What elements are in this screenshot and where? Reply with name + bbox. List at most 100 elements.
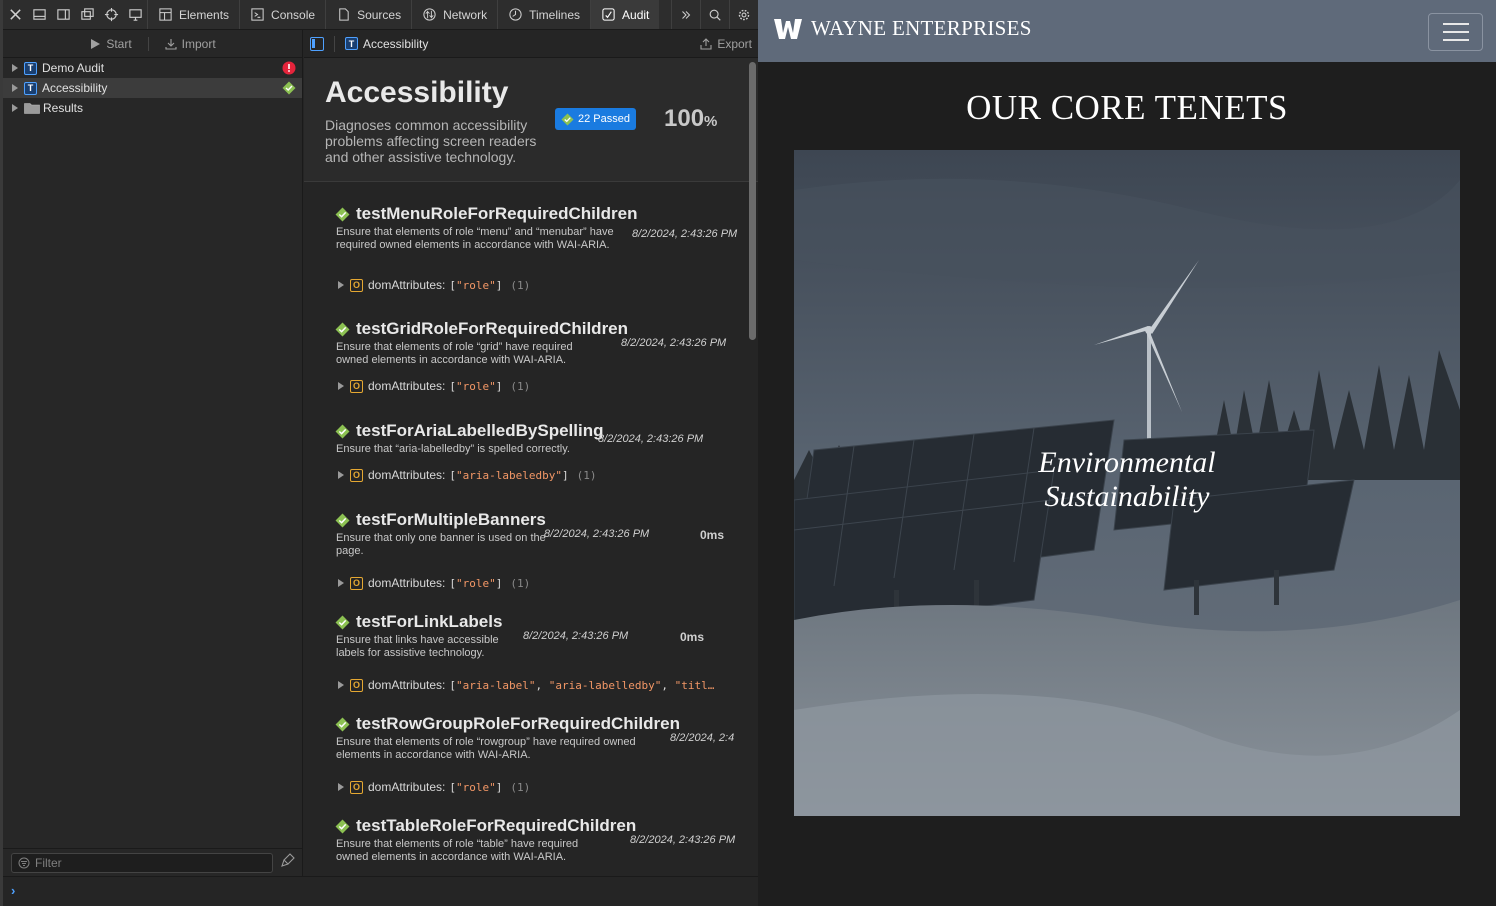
disclosure-triangle-icon[interactable] bbox=[338, 681, 344, 689]
console-prompt-icon: › bbox=[11, 883, 16, 898]
export-button[interactable]: Export bbox=[700, 37, 752, 51]
sidebar-item-demo-audit[interactable]: T Demo Audit bbox=[3, 58, 302, 78]
gear-icon[interactable] bbox=[729, 0, 758, 29]
audit-sidebar: Start Import T Demo Audit T Accessibilit… bbox=[3, 30, 303, 876]
attr-string: "role" bbox=[456, 278, 496, 292]
content-toolbar: T Accessibility Export bbox=[304, 30, 758, 58]
dom-attributes-row[interactable]: OdomAttributes: ["aria-label", "aria-labe… bbox=[338, 678, 722, 692]
dom-attributes-row[interactable]: OdomAttributes: ["role"] (1) bbox=[338, 780, 530, 794]
passed-badge[interactable]: 22 Passed bbox=[555, 108, 636, 130]
dock-bottom-icon[interactable] bbox=[27, 0, 51, 29]
test-title: testGridRoleForRequiredChildren bbox=[335, 319, 745, 339]
sources-icon bbox=[339, 8, 349, 21]
import-icon bbox=[165, 38, 177, 50]
test-result-item[interactable]: testGridRoleForRequiredChildren Ensure th… bbox=[335, 319, 745, 393]
test-timestamp: 8/2/2024, 2:43:26 PM bbox=[544, 528, 650, 540]
tab-console[interactable]: Console bbox=[239, 0, 325, 29]
test-group-icon: T bbox=[345, 37, 358, 50]
object-icon: O bbox=[350, 576, 363, 590]
test-name: testForMultipleBanners bbox=[356, 510, 546, 529]
tab-timelines[interactable]: Timelines bbox=[497, 0, 590, 29]
object-icon: O bbox=[350, 468, 363, 482]
attr-string: "role" bbox=[456, 379, 496, 393]
disclosure-triangle-icon[interactable] bbox=[338, 382, 344, 390]
search-icon[interactable] bbox=[700, 0, 729, 29]
test-timestamp: 8/2/2024, 2:43:26 PM bbox=[630, 834, 736, 846]
test-description: Ensure that elements of role “rowgroup” … bbox=[336, 736, 636, 761]
test-result-item[interactable]: testForLinkLabels Ensure that links have … bbox=[335, 612, 745, 692]
disclosure-triangle-icon[interactable] bbox=[338, 579, 344, 587]
brand-name: WAYNE ENTERPRISES bbox=[811, 16, 1032, 40]
menu-bar bbox=[1442, 39, 1469, 41]
test-description: Ensure that only one banner is used on t… bbox=[336, 532, 546, 557]
filter-icon bbox=[18, 857, 30, 868]
audit-content: T Accessibility Export Accessibility Dia… bbox=[304, 30, 758, 876]
toolbar-divider bbox=[334, 35, 335, 52]
close-icon[interactable] bbox=[3, 0, 27, 29]
sidebar-item-accessibility[interactable]: T Accessibility bbox=[3, 78, 302, 98]
hamburger-menu-button[interactable] bbox=[1428, 13, 1483, 51]
pass-icon bbox=[335, 424, 350, 438]
tab-network[interactable]: Network bbox=[411, 0, 497, 29]
undock-icon[interactable] bbox=[75, 0, 99, 29]
dom-attributes-row[interactable]: OdomAttributes: ["role"] (1) bbox=[338, 576, 530, 590]
sidebar-item-results[interactable]: Results bbox=[3, 98, 302, 118]
test-name: testTableRoleForRequiredChildren bbox=[356, 816, 637, 835]
disclosure-triangle-icon[interactable] bbox=[12, 84, 18, 92]
attr-string: "role" bbox=[456, 780, 496, 794]
tab-label: Console bbox=[271, 7, 316, 22]
console-prompt-bar[interactable]: › bbox=[3, 876, 758, 906]
disclosure-triangle-icon[interactable] bbox=[338, 471, 344, 479]
content-scrollbar[interactable] bbox=[749, 62, 756, 340]
brand-logo[interactable]: WAYNE ENTERPRISES bbox=[773, 16, 1032, 41]
import-button[interactable]: Import bbox=[165, 37, 216, 51]
attr-label: domAttributes: bbox=[368, 576, 446, 590]
test-result-item[interactable]: testForAriaLabelledBySpelling Ensure that… bbox=[335, 421, 745, 482]
test-description: Ensure that elements of role “table” hav… bbox=[336, 838, 579, 863]
dock-side-icon[interactable] bbox=[51, 0, 75, 29]
device-settings-icon[interactable] bbox=[123, 0, 147, 29]
console-icon bbox=[251, 8, 264, 21]
clear-brush-icon[interactable] bbox=[281, 853, 295, 872]
wayne-logo-icon bbox=[774, 18, 802, 39]
object-icon: O bbox=[350, 678, 363, 692]
pass-icon bbox=[335, 513, 350, 527]
passed-label: 22 Passed bbox=[578, 113, 630, 125]
test-timestamp: 8/2/2024, 2:43:26 PM bbox=[598, 433, 704, 445]
attr-string: "aria-label" bbox=[456, 678, 536, 692]
pass-percentage: 100% bbox=[664, 105, 717, 133]
breadcrumb[interactable]: T Accessibility bbox=[345, 37, 428, 51]
element-picker-icon[interactable] bbox=[99, 0, 123, 29]
attr-count: (1) bbox=[576, 468, 597, 482]
filter-input[interactable]: Filter bbox=[11, 852, 273, 873]
attr-value: ["role"] bbox=[449, 279, 502, 292]
test-duration: 0ms bbox=[700, 528, 725, 542]
attr-count: (1) bbox=[510, 278, 531, 292]
pass-icon bbox=[282, 81, 296, 95]
attr-string: "aria-labeledby" bbox=[456, 468, 562, 482]
disclosure-triangle-icon[interactable] bbox=[338, 281, 344, 289]
start-button[interactable]: Start bbox=[89, 37, 132, 51]
test-result-item[interactable]: testRowGroupRoleForRequiredChildren Ensur… bbox=[335, 714, 745, 794]
tab-sources[interactable]: Sources bbox=[325, 0, 411, 29]
more-tabs-icon[interactable] bbox=[671, 0, 700, 29]
attr-bracket: [ bbox=[449, 468, 456, 482]
tab-audit[interactable]: Audit bbox=[590, 0, 660, 29]
attr-bracket: ] bbox=[495, 278, 503, 292]
attr-value: ["aria-label", "aria-labelledby", "titl… bbox=[449, 679, 714, 692]
attr-separator: , bbox=[535, 678, 549, 692]
tab-elements[interactable]: Elements bbox=[147, 0, 239, 29]
sidebar-toggle-icon[interactable] bbox=[310, 36, 324, 51]
attr-value: ["aria-labeledby"] bbox=[449, 469, 568, 482]
attr-label: domAttributes: bbox=[368, 780, 446, 794]
dom-attributes-row[interactable]: OdomAttributes: ["aria-labeledby"] (1) bbox=[338, 468, 596, 482]
dom-attributes-row[interactable]: OdomAttributes: ["role"] (1) bbox=[338, 278, 530, 292]
test-result-item[interactable]: testMenuRoleForRequiredChildren Ensure th… bbox=[335, 204, 745, 292]
test-result-item[interactable]: testForMultipleBanners Ensure that only o… bbox=[335, 510, 745, 590]
disclosure-triangle-icon[interactable] bbox=[12, 64, 18, 72]
dom-attributes-row[interactable]: OdomAttributes: ["role"] (1) bbox=[338, 379, 530, 393]
disclosure-triangle-icon[interactable] bbox=[12, 104, 18, 112]
disclosure-triangle-icon[interactable] bbox=[338, 783, 344, 791]
test-result-item[interactable]: testTableRoleForRequiredChildren Ensure t… bbox=[335, 816, 745, 863]
test-timestamp: 8/2/2024, 2:43:26 PM bbox=[632, 228, 738, 240]
